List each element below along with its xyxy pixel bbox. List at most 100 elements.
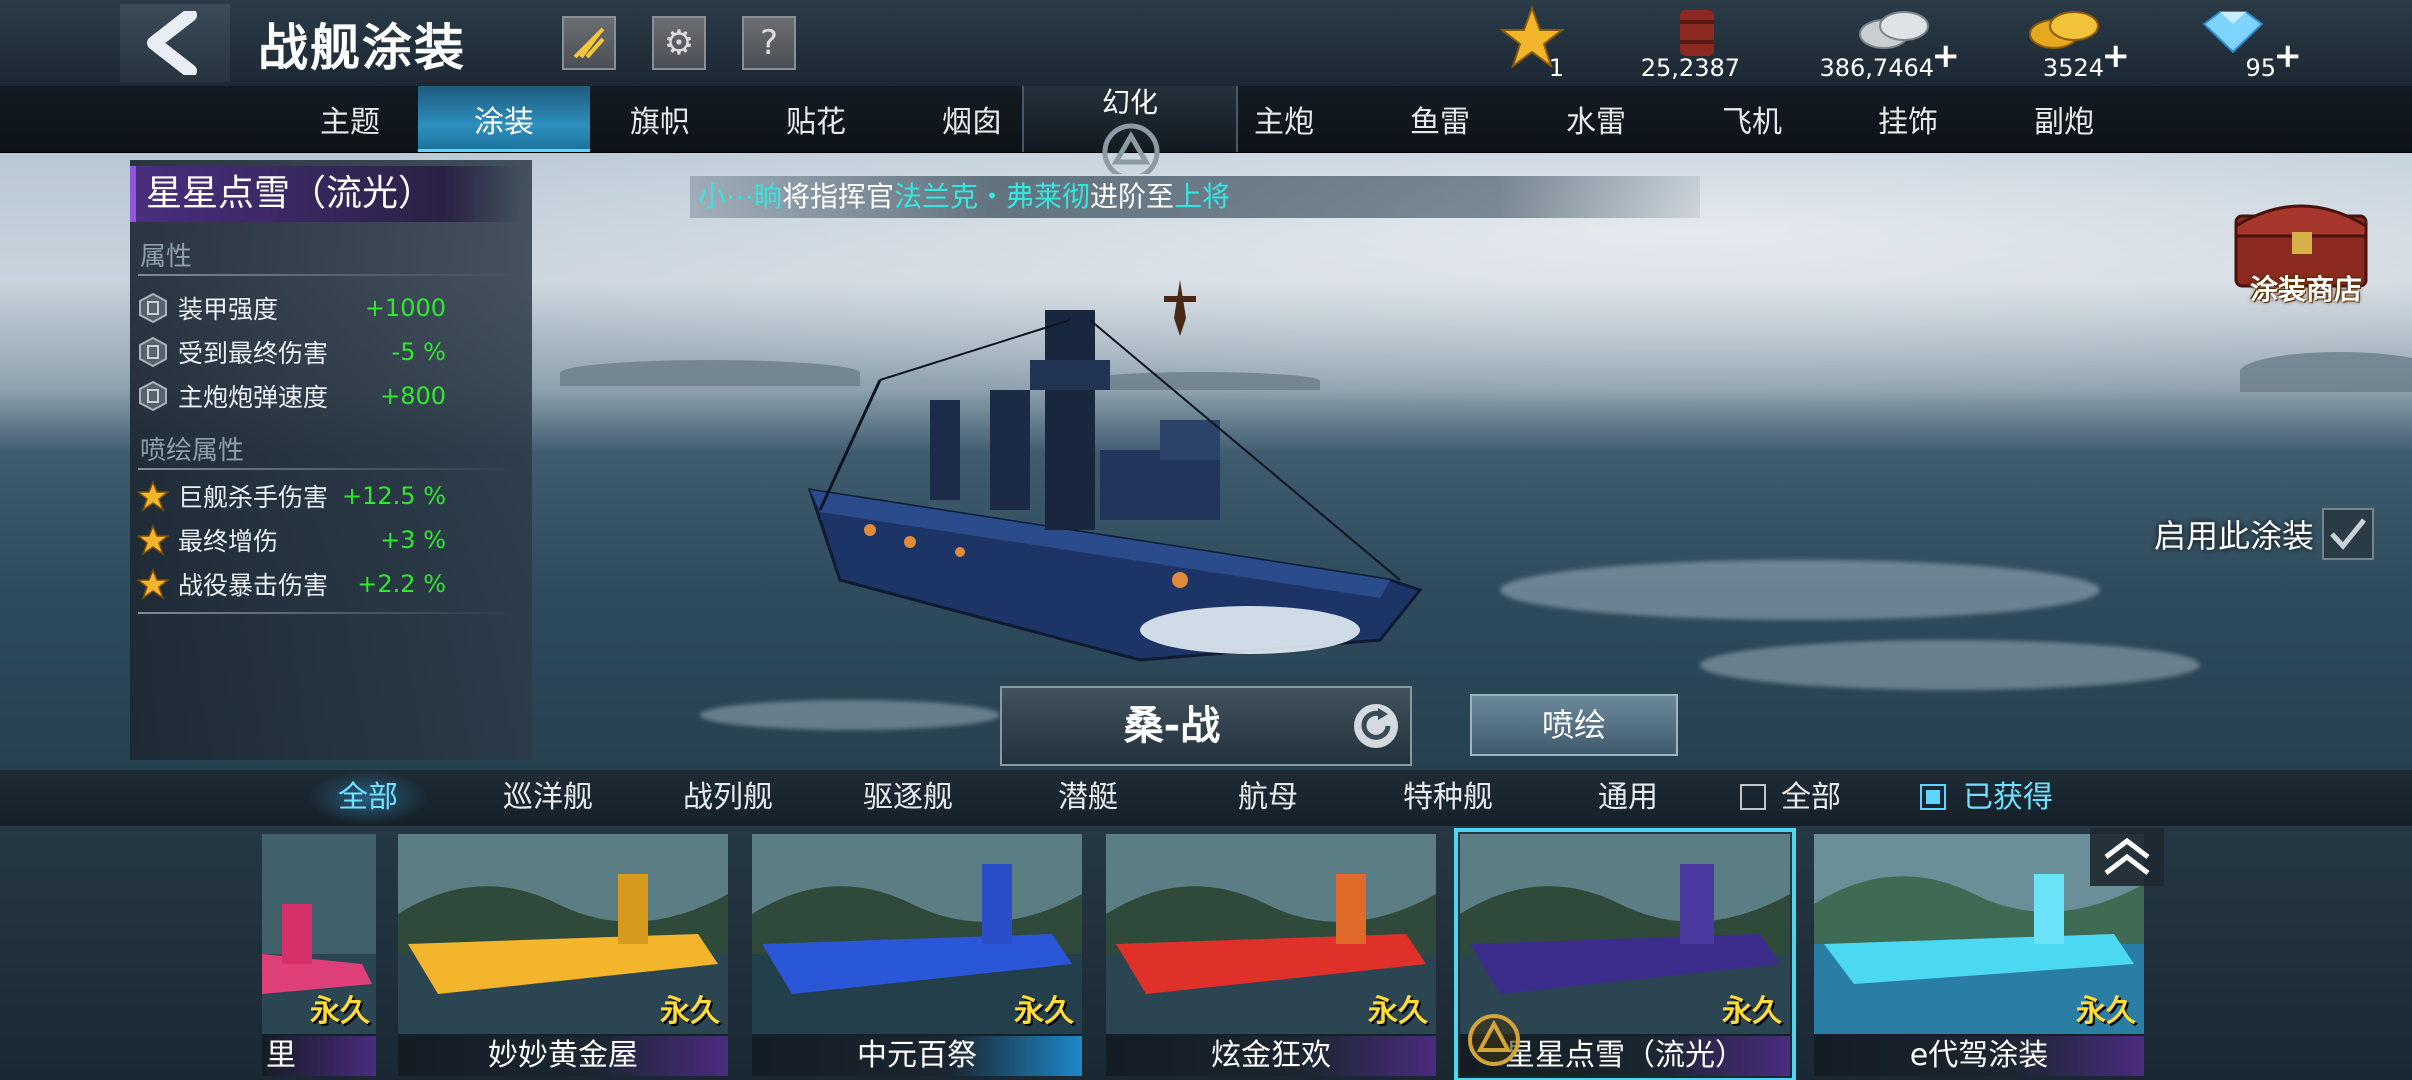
sea-glint [700, 700, 1000, 730]
ship-type-filter-bar: 全部 巡洋舰 战列舰 驱逐舰 潜艇 航母 特种舰 通用 全部 已获得 [0, 770, 2412, 826]
skin-card[interactable]: 永久 里 [262, 834, 376, 1076]
tab-flag[interactable]: 旗帜 [600, 86, 720, 152]
tab-transform[interactable]: 幻化 [1022, 86, 1238, 174]
star-count: 1 [1548, 54, 1564, 82]
notice-text: 将指挥官 [782, 180, 895, 213]
back-button[interactable] [120, 4, 230, 82]
gear-icon: ⚙ [663, 23, 695, 63]
fireworks-icon [573, 27, 605, 59]
aircraft [1164, 280, 1196, 336]
gold-star-icon [136, 479, 170, 513]
skin-attribute-panel: 星星点雪（流光） 属性 装甲强度 +1000 受到最终伤害 -5 % 主炮炮弹速… [130, 160, 532, 760]
attr-value: +800 [380, 382, 446, 410]
tab-ornament[interactable]: 挂饰 [1848, 86, 1968, 152]
add-diamond-button[interactable]: + [2274, 36, 2303, 76]
checkbox-owned-label[interactable]: 已获得 [1958, 770, 2058, 826]
add-gold-button[interactable]: + [2102, 36, 2131, 76]
switch-ship-icon[interactable] [1350, 700, 1402, 752]
attr-value: -5 % [391, 338, 446, 366]
attr-name: 装甲强度 [178, 295, 279, 324]
resource-diamond[interactable]: 95 + [2190, 4, 2302, 84]
back-arrow-icon [147, 11, 197, 75]
divider [138, 612, 518, 614]
help-button[interactable]: ? [742, 16, 796, 70]
spray-attr-row: 战役暴击伤害 +2.2 % [136, 564, 446, 604]
fireworks-button[interactable] [562, 16, 616, 70]
tab-decal[interactable]: 贴花 [756, 86, 876, 152]
diamond-count: 95 [2245, 54, 2276, 82]
filter-battleship[interactable]: 战列舰 [668, 770, 788, 826]
equipped-emblem-icon [1468, 1014, 1520, 1066]
transform-emblem-icon [1102, 123, 1160, 174]
filter-carrier[interactable]: 航母 [1208, 770, 1328, 826]
skin-card[interactable]: 永久 炫金狂欢 [1106, 834, 1436, 1076]
gold-star-icon [136, 567, 170, 601]
double-chevron-up-icon [2104, 837, 2150, 875]
resource-star[interactable]: 1 [1499, 4, 1565, 84]
top-bar: 战舰涂装 ⚙ ? 1 25,2387 386,7464 + 3524 + 95 … [0, 0, 2412, 87]
tab-secondary-gun[interactable]: 副炮 [2004, 86, 2124, 152]
card-tag: 永久 [1014, 994, 1074, 1029]
paint-shop-label[interactable]: 涂装商店 [2250, 268, 2362, 308]
settings-button[interactable]: ⚙ [652, 16, 706, 70]
resource-silver[interactable]: 386,7464 + [1819, 4, 1960, 84]
attr-value: +12.5 % [342, 482, 446, 510]
checkmark-icon[interactable] [2322, 508, 2375, 560]
card-name: 里 [262, 1036, 376, 1076]
ship-selector[interactable]: 桑-战 [1000, 686, 1412, 766]
attr-name: 战役暴击伤害 [178, 571, 329, 600]
card-name: 中元百祭 [752, 1036, 1082, 1076]
checkbox-all-label[interactable]: 全部 [1776, 770, 1846, 826]
skin-card[interactable]: 永久 中元百祭 [752, 834, 1082, 1076]
skin-card[interactable]: 永久 妙妙黄金屋 [398, 834, 728, 1076]
armor-hex-icon [136, 335, 170, 369]
notice-player: 小⋯晌 [698, 180, 783, 213]
spray-button[interactable]: 喷绘 [1470, 694, 1678, 756]
filter-cruiser[interactable]: 巡洋舰 [488, 770, 608, 826]
attr-section-title: 属性 [140, 242, 193, 272]
attr-row: 受到最终伤害 -5 % [136, 332, 446, 372]
silver-coins-icon [1859, 11, 1929, 49]
tab-paint[interactable]: 涂装 [418, 86, 590, 152]
gold-coins-icon [2029, 11, 2099, 49]
question-icon: ? [759, 23, 779, 63]
card-tag: 永久 [1368, 994, 1428, 1029]
tab-transform-label: 幻化 [1101, 86, 1158, 119]
gold-star-icon [136, 523, 170, 557]
tab-torpedo[interactable]: 鱼雷 [1380, 86, 1500, 152]
divider [138, 468, 518, 470]
card-tag: 永久 [310, 994, 370, 1029]
add-silver-button[interactable]: + [1932, 36, 1961, 76]
silver-count: 386,7464 [1819, 54, 1934, 82]
battleship-model[interactable] [780, 280, 1440, 680]
filter-destroyer[interactable]: 驱逐舰 [848, 770, 968, 826]
oil-count: 25,2387 [1640, 54, 1740, 82]
ship-name: 桑-战 [1123, 703, 1221, 749]
tab-aircraft[interactable]: 飞机 [1692, 86, 1812, 152]
gold-count: 3524 [2042, 54, 2104, 82]
collapse-button[interactable] [2090, 828, 2164, 886]
tab-funnel[interactable]: 烟囱 [912, 86, 1032, 152]
attr-name: 受到最终伤害 [178, 339, 329, 368]
diamond-icon [2202, 11, 2264, 54]
attr-value: +3 % [380, 526, 446, 554]
filter-special[interactable]: 特种舰 [1388, 770, 1508, 826]
filter-all[interactable]: 全部 [308, 770, 428, 826]
attr-row: 装甲强度 +1000 [136, 288, 446, 328]
checkbox-owned[interactable] [1920, 784, 1946, 810]
sea-glint [1500, 560, 2100, 620]
apply-skin-toggle[interactable]: 启用此涂装 [2154, 508, 2375, 560]
filter-general[interactable]: 通用 [1568, 770, 1688, 826]
checkbox-all[interactable] [1740, 784, 1766, 810]
attr-row: 主炮炮弹速度 +800 [136, 376, 446, 416]
tab-main-gun[interactable]: 主炮 [1224, 86, 1344, 152]
skin-card-selected[interactable]: 永久 星星点雪（流光） [1454, 828, 1796, 1080]
resource-oil[interactable]: 25,2387 [1640, 4, 1740, 84]
tab-mine[interactable]: 水雷 [1536, 86, 1656, 152]
card-name: 妙妙黄金屋 [398, 1036, 728, 1076]
resource-gold[interactable]: 3524 + [2024, 4, 2130, 84]
card-tag: 永久 [660, 994, 720, 1029]
tab-theme[interactable]: 主题 [290, 86, 410, 152]
apply-skin-label: 启用此涂装 [2154, 517, 2315, 555]
filter-submarine[interactable]: 潜艇 [1028, 770, 1148, 826]
